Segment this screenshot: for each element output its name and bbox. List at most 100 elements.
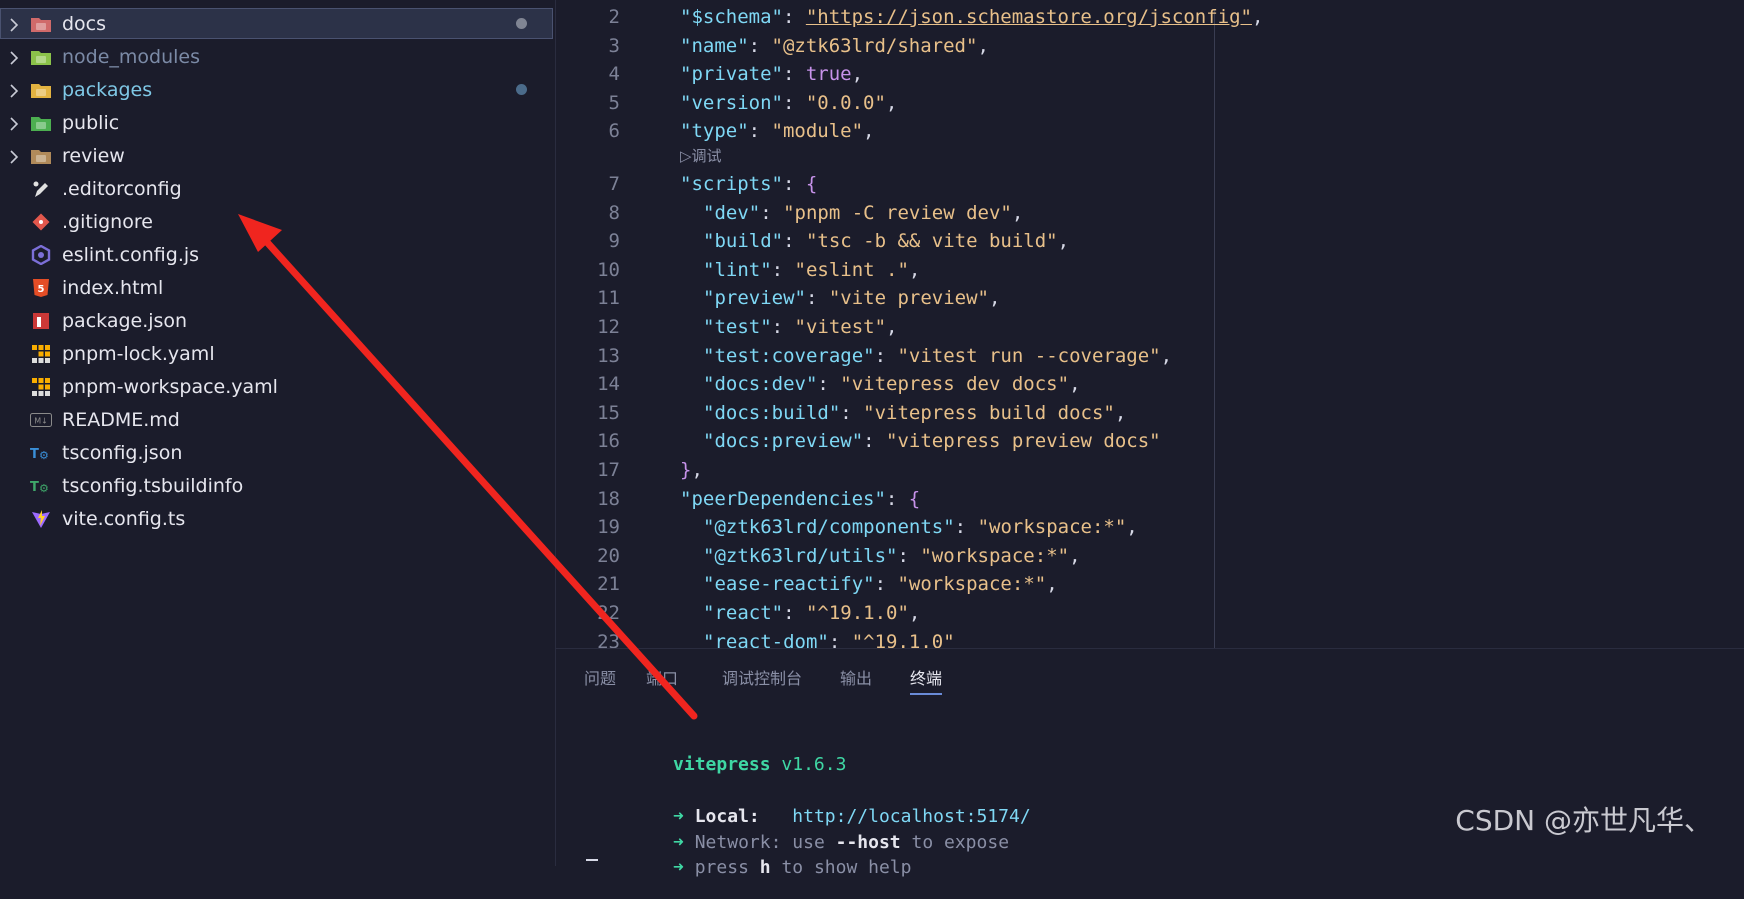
app-name: vitepress [673,754,771,775]
code-line[interactable]: 17}, [556,456,1744,484]
code-line[interactable]: 4 "private": true, [556,60,1744,88]
code-text: "peerDependencies": { [680,487,921,510]
code-line[interactable]: 20 "@ztk63lrd/utils": "workspace:*", [556,542,1744,570]
tree-folder-docs[interactable]: docs [0,8,553,39]
line-number: 3 [608,34,620,57]
line-number: 10 [597,258,620,281]
code-editor[interactable]: ▷调试 2 "$schema": "https://json.schemastor… [556,0,1744,653]
code-line[interactable]: 3 "name": "@ztk63lrd/shared", [556,32,1744,60]
markdown-icon: M↓ [30,409,52,431]
code-text: "docs:preview": "vitepress preview docs" [703,430,1161,453]
html5-icon: 5 [30,277,52,299]
code-line[interactable]: 22 "react": "^19.1.0", [556,599,1744,627]
code-text: "docs:dev": "vitepress dev docs", [703,373,1081,396]
line-number: 21 [597,573,620,596]
tree-file-readme-md[interactable]: M↓ README.md [0,404,553,435]
line-number: 6 [608,120,620,143]
packages-folder-icon [30,79,52,101]
code-text: "$schema": "https://json.schemastore.org… [680,6,1264,28]
tree-item-label: .editorconfig [62,177,182,200]
modified-dot-icon [516,84,527,95]
docs-folder-icon [30,13,52,35]
node-folder-icon [30,46,52,68]
tree-item-label: eslint.config.js [62,243,200,266]
code-line[interactable]: 18 "peerDependencies": { [556,485,1744,513]
line-number: 4 [608,63,620,86]
tree-item-label: node_modules [62,45,201,68]
tree-item-label: packages [62,78,153,101]
tree-file-pnpm-lock-yaml[interactable]: pnpm-lock.yaml [0,338,553,369]
svg-text:⚙: ⚙ [39,449,49,462]
tree-file-package-json[interactable]: package.json [0,305,553,336]
chevron-right-icon [6,82,22,98]
code-line[interactable]: 9 "build": "tsc -b && vite build", [556,227,1744,255]
code-line[interactable]: 21 "ease-reactify": "workspace:*", [556,570,1744,598]
line-number: 18 [597,487,620,510]
code-line[interactable]: 16 "docs:preview": "vitepress preview doc… [556,427,1744,455]
tree-item-label: review [62,144,125,167]
tree-item-label: tsconfig.json [62,441,183,464]
code-line[interactable]: 15 "docs:build": "vitepress build docs", [556,399,1744,427]
terminal-help-line: ➜ press h to show help [608,836,911,899]
tree-item-label: README.md [62,408,180,431]
tree-file-gitignore[interactable]: .gitignore [0,206,553,237]
line-number: 15 [597,401,620,424]
tree-item-label: index.html [62,276,164,299]
code-text: "@ztk63lrd/utils": "workspace:*", [703,544,1081,567]
tree-file-index-html[interactable]: 5 index.html [0,272,553,303]
tree-folder-review[interactable]: review [0,140,553,171]
code-line[interactable]: 2 "$schema": "https://json.schemastore.or… [556,3,1744,31]
code-text: "scripts": { [680,173,818,195]
tree-item-label: pnpm-lock.yaml [62,342,215,365]
panel-tab-4[interactable]: 终端 [910,665,943,695]
tree-file-tsconfig-tsbuildinfo[interactable]: T ⚙ tsconfig.tsbuildinfo [0,470,553,501]
code-text: "preview": "vite preview", [703,287,1001,310]
terminal-cursor [586,859,598,861]
svg-text:M↓: M↓ [34,416,48,425]
tree-item-label: pnpm-workspace.yaml [62,375,278,398]
code-line[interactable]: 12 "test": "vitest", [556,313,1744,341]
panel-tab-2[interactable]: 调试控制台 [722,665,802,689]
svg-text:5: 5 [38,284,45,295]
code-line[interactable]: 11 "preview": "vite preview", [556,284,1744,312]
code-text: "private": true, [680,63,864,86]
tree-file-pnpm-workspace-yaml[interactable]: pnpm-workspace.yaml [0,371,553,402]
tree-folder-packages[interactable]: packages [0,74,553,105]
code-line[interactable]: 19 "@ztk63lrd/components": "workspace:*", [556,513,1744,541]
code-text: "@ztk63lrd/components": "workspace:*", [703,516,1138,539]
code-line[interactable]: 14 "docs:dev": "vitepress dev docs", [556,370,1744,398]
debug-codelens[interactable]: ▷调试 [680,146,722,166]
tree-item-label: package.json [62,309,188,332]
tree-file-vite-config-ts[interactable]: vite.config.ts [0,503,553,534]
tree-folder-node-modules[interactable]: node_modules [0,41,553,72]
tsconfig-icon: T ⚙ [30,442,52,464]
tree-file-eslint-config-js[interactable]: eslint.config.js [0,239,553,270]
code-text: "name": "@ztk63lrd/shared", [680,34,989,57]
code-line[interactable]: 6 "type": "module", [556,117,1744,145]
tree-file-editorconfig[interactable]: .editorconfig [0,173,553,204]
tree-item-label: .gitignore [62,210,153,233]
editorconfig-icon [30,178,52,200]
tree-file-tsconfig-json[interactable]: T ⚙ tsconfig.json [0,437,553,468]
arrow-glyph: ➜ [673,857,684,878]
code-line[interactable]: 10 "lint": "eslint .", [556,256,1744,284]
help-key: h [759,857,771,878]
tsbuildinfo-icon: T ⚙ [30,475,52,497]
code-line[interactable]: 8 "dev": "pnpm -C review dev", [556,199,1744,227]
npm-icon [30,310,52,332]
code-text: "dev": "pnpm -C review dev", [703,201,1024,224]
line-number: 5 [608,91,620,114]
line-number: 2 [608,6,620,28]
code-line[interactable]: 7 "scripts": { [556,170,1744,198]
modified-dot-icon [516,18,527,29]
tree-folder-public[interactable]: public [0,107,553,138]
line-number: 16 [597,430,620,453]
panel-tab-1[interactable]: 端口 [646,665,678,689]
panel-tab-3[interactable]: 输出 [840,665,872,689]
code-text: "react": "^19.1.0", [703,602,921,624]
code-line[interactable]: 5 "version": "0.0.0", [556,89,1744,117]
panel-tab-0[interactable]: 问题 [584,665,616,689]
line-number: 22 [597,602,620,624]
app-version: v1.6.3 [781,754,847,775]
code-line[interactable]: 13 "test:coverage": "vitest run --coverag… [556,342,1744,370]
